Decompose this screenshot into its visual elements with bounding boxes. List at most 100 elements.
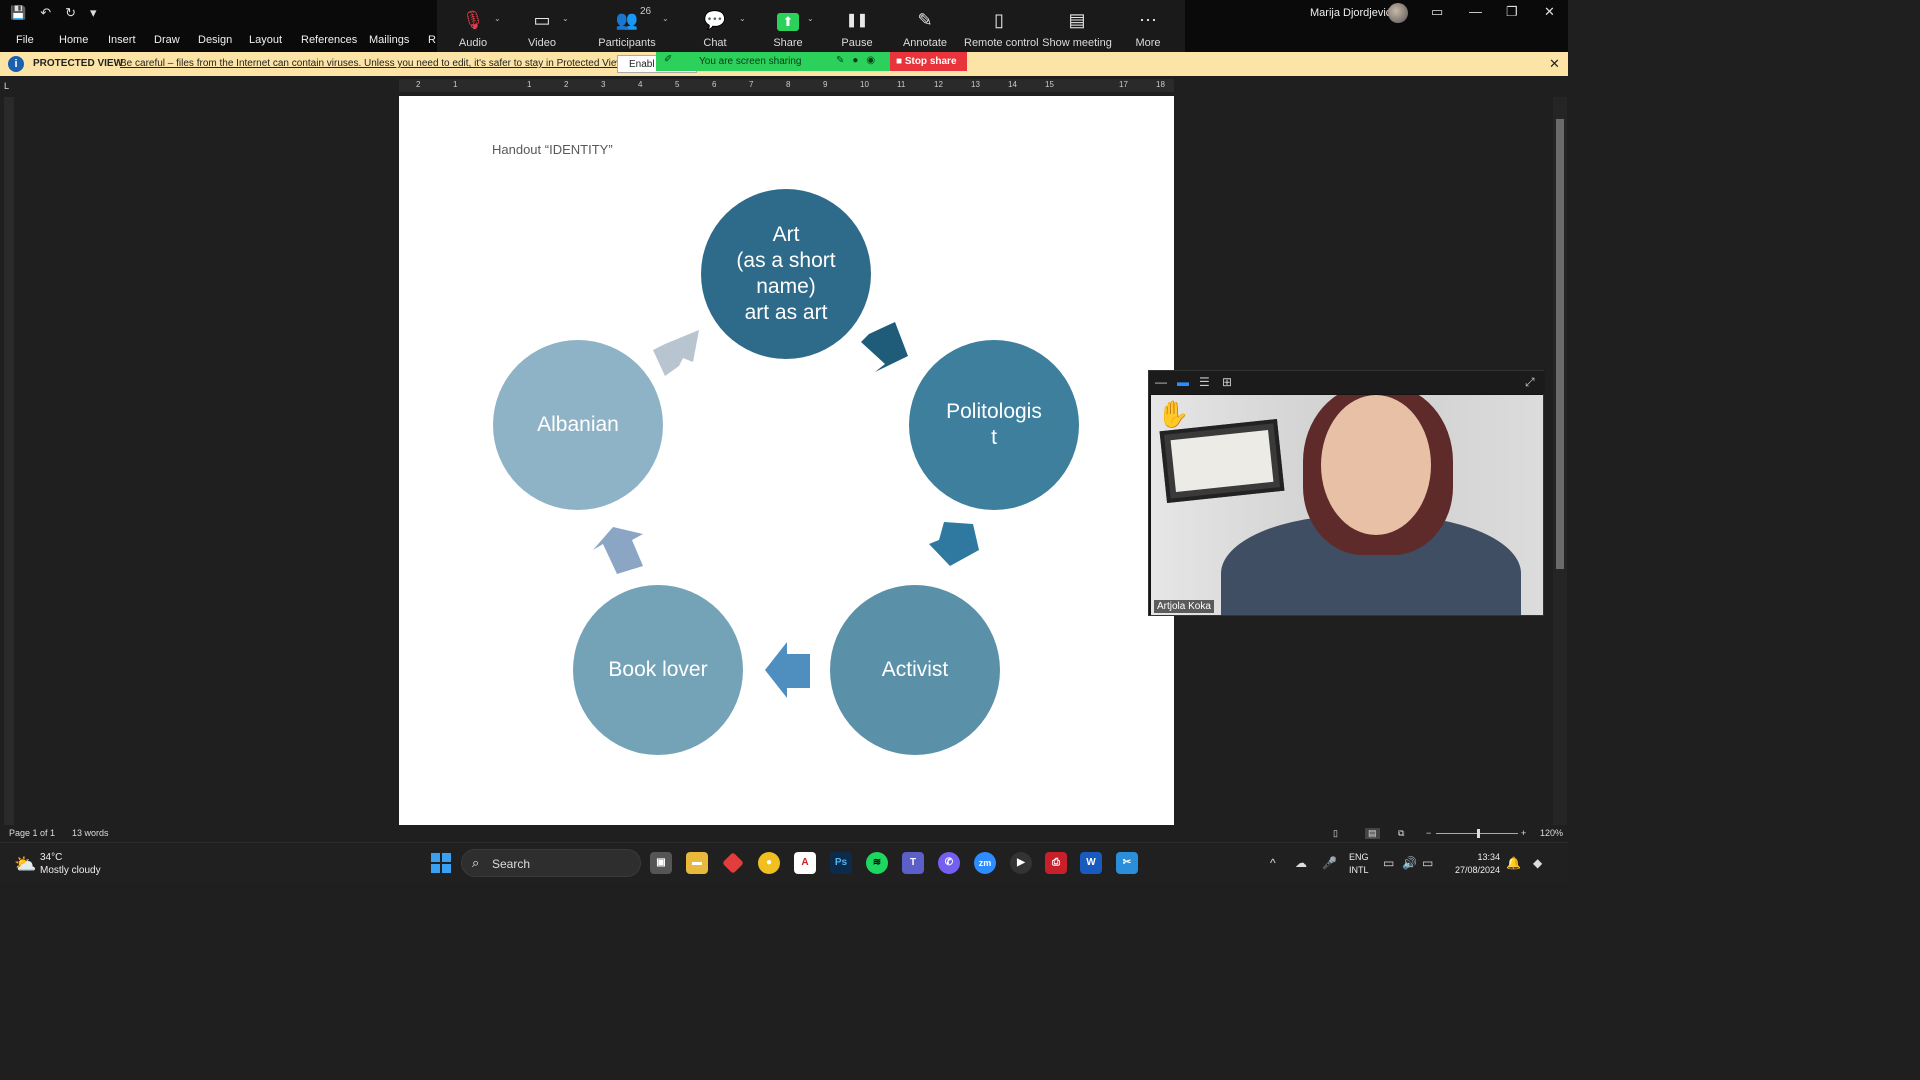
clock-date: 27/08/2024 [1454,865,1500,875]
info-icon: i [8,56,24,72]
media-player-icon[interactable]: ▶ [1010,852,1032,874]
teams-icon[interactable]: T [902,852,924,874]
tab-design[interactable]: Design [198,34,232,46]
zoom-in-icon[interactable]: + [1521,828,1526,838]
weather-widget[interactable]: 34°C Mostly cloudy [40,851,101,877]
taskbar: ⛅ 34°C Mostly cloudy ⌕ Search ▣ ▬ ● A Ps… [0,842,1568,882]
save-icon[interactable]: 💾 [10,5,26,21]
share-button[interactable]: ⬆ ⌄ Share [753,0,823,52]
copilot-icon[interactable]: ◆ [1533,856,1542,870]
arrow-activist-to-booklover [765,642,810,698]
windows-start-icon[interactable] [431,853,451,873]
taskbar-clock[interactable]: 13:34 27/08/2024 [1450,851,1500,877]
tab-file[interactable]: File [16,34,34,46]
window-icon: ▤ [1068,10,1086,30]
weather-icon[interactable]: ⛅ [14,854,36,875]
notifications-icon[interactable]: 🔔 [1506,856,1521,870]
word-count[interactable]: 13 words [72,828,109,838]
web-layout-icon[interactable]: ⧉ [1398,828,1404,839]
spotify-icon[interactable]: ≋ [866,852,888,874]
close-button[interactable]: ✕ [1544,4,1555,20]
chat-button[interactable]: 💬 ⌄ Chat [680,0,750,52]
user-name[interactable]: Marija Djordjević [1310,7,1391,19]
expand-icon[interactable]: ⤢ [1525,375,1535,390]
chevron-down-icon[interactable]: ⌄ [662,14,669,23]
network-icon[interactable]: ▭ [1383,856,1394,870]
customize-qat-icon[interactable]: ▾ [90,5,97,21]
avatar[interactable] [1388,3,1408,23]
battery-icon[interactable]: ▭ [1422,856,1433,870]
video-button[interactable]: ▭ ⌄ Video [507,0,577,52]
tab-insert[interactable]: Insert [108,34,136,46]
pause-button[interactable]: ❚❚ Pause [822,0,892,52]
participants-button[interactable]: 👥 26 ⌄ Participants [592,0,668,52]
microphone-icon[interactable]: 🎤 [1322,856,1337,870]
minimize-video-icon[interactable]: — [1155,375,1167,389]
redo-icon[interactable]: ↻ [65,5,76,21]
gallery-view-icon[interactable]: ⊞ [1222,375,1232,389]
viber-icon[interactable]: ✆ [938,852,960,874]
onedrive-icon[interactable]: ☁ [1295,856,1307,870]
chevron-down-icon[interactable]: ⌄ [494,14,501,23]
print-layout-icon[interactable]: ▤ [1365,828,1380,839]
snipping-tool-icon[interactable]: ✂ [1116,852,1138,874]
zoom-out-icon[interactable]: − [1426,828,1431,838]
more-button[interactable]: ⋯ More [1113,0,1183,52]
ruler-number: 14 [1008,80,1017,89]
tab-home[interactable]: Home [59,34,88,46]
vertical-scrollbar[interactable] [1553,97,1567,825]
tab-layout[interactable]: Layout [249,34,282,46]
ruler-number: 8 [786,80,791,89]
strip-view-icon[interactable]: ☰ [1199,375,1210,389]
speaker-view-icon[interactable]: ▬ [1177,375,1189,389]
cycle-node-albanian: Albanian [493,340,663,510]
video-panel[interactable]: — ▬ ☰ ⊞ ⤢ ✋ Artjola Koka [1148,370,1545,616]
acrobat-icon[interactable]: A [794,852,816,874]
tab-references[interactable]: References [301,34,357,46]
zoom-slider-thumb[interactable] [1477,829,1480,838]
undo-icon[interactable]: ↶ [40,5,51,21]
tab-selector[interactable]: L [4,81,9,91]
anydesk-icon[interactable] [722,852,744,874]
word-icon[interactable]: W [1080,852,1102,874]
language-indicator[interactable]: ENG INTL [1349,851,1369,877]
protected-view-message[interactable]: Be careful – files from the Internet can… [120,58,626,69]
volume-icon[interactable]: 🔊 [1402,856,1417,870]
participants-count: 26 [640,6,652,17]
chevron-up-icon[interactable]: ^ [1270,856,1276,870]
sharing-status-icons[interactable]: ✎●◉ [836,55,883,66]
cycle-node-activist: Activist [830,585,1000,755]
protected-view-title: PROTECTED VIEW [33,58,124,69]
pdf-reader-icon[interactable]: ⎙ [1045,852,1067,874]
ribbon-display-icon[interactable]: ▭ [1431,4,1443,20]
annotate-button[interactable]: ✎ Annotate [890,0,960,52]
page-count[interactable]: Page 1 of 1 [9,828,55,838]
stop-share-button[interactable]: ■ Stop share [890,52,967,71]
show-meeting-button[interactable]: ▤ Show meeting [1042,0,1112,52]
status-bar: Page 1 of 1 13 words ▯ ▤ ⧉ − + 120% [0,825,1568,842]
tab-draw[interactable]: Draw [154,34,180,46]
tab-mailings[interactable]: Mailings [369,34,409,46]
zoom-icon[interactable]: zm [974,852,996,874]
chrome-icon[interactable]: ● [758,852,780,874]
tab-review[interactable]: R [428,34,436,46]
maximize-button[interactable]: ❐ [1506,4,1518,20]
cycle-node-book-lover-label: Book lover [608,658,708,681]
scrollbar-thumb[interactable] [1556,119,1564,569]
task-view-icon[interactable]: ▣ [650,852,672,874]
chevron-down-icon[interactable]: ⌄ [562,14,569,23]
file-explorer-icon[interactable]: ▬ [686,852,708,874]
drag-icon[interactable]: ✐ [664,54,672,65]
horizontal-ruler: 2 1 1 2 3 4 5 6 7 8 9 10 11 12 13 14 15 17 18 [399,79,1174,92]
chevron-down-icon[interactable]: ⌄ [739,14,746,23]
zoom-level[interactable]: 120% [1540,828,1563,838]
read-mode-icon[interactable]: ▯ [1333,828,1338,839]
audio-button[interactable]: 🎙 ⌄ Audio [438,0,508,52]
photoshop-icon[interactable]: Ps [830,852,852,874]
close-icon[interactable]: ✕ [1549,56,1560,72]
document-page[interactable]: Handout “IDENTITY” Art (as a short name)… [399,96,1174,826]
chevron-down-icon[interactable]: ⌄ [807,14,814,23]
minimize-button[interactable]: — [1469,4,1482,19]
remote-control-button[interactable]: ▯ Remote control [964,0,1039,52]
taskbar-search[interactable]: ⌕ Search [461,849,641,877]
